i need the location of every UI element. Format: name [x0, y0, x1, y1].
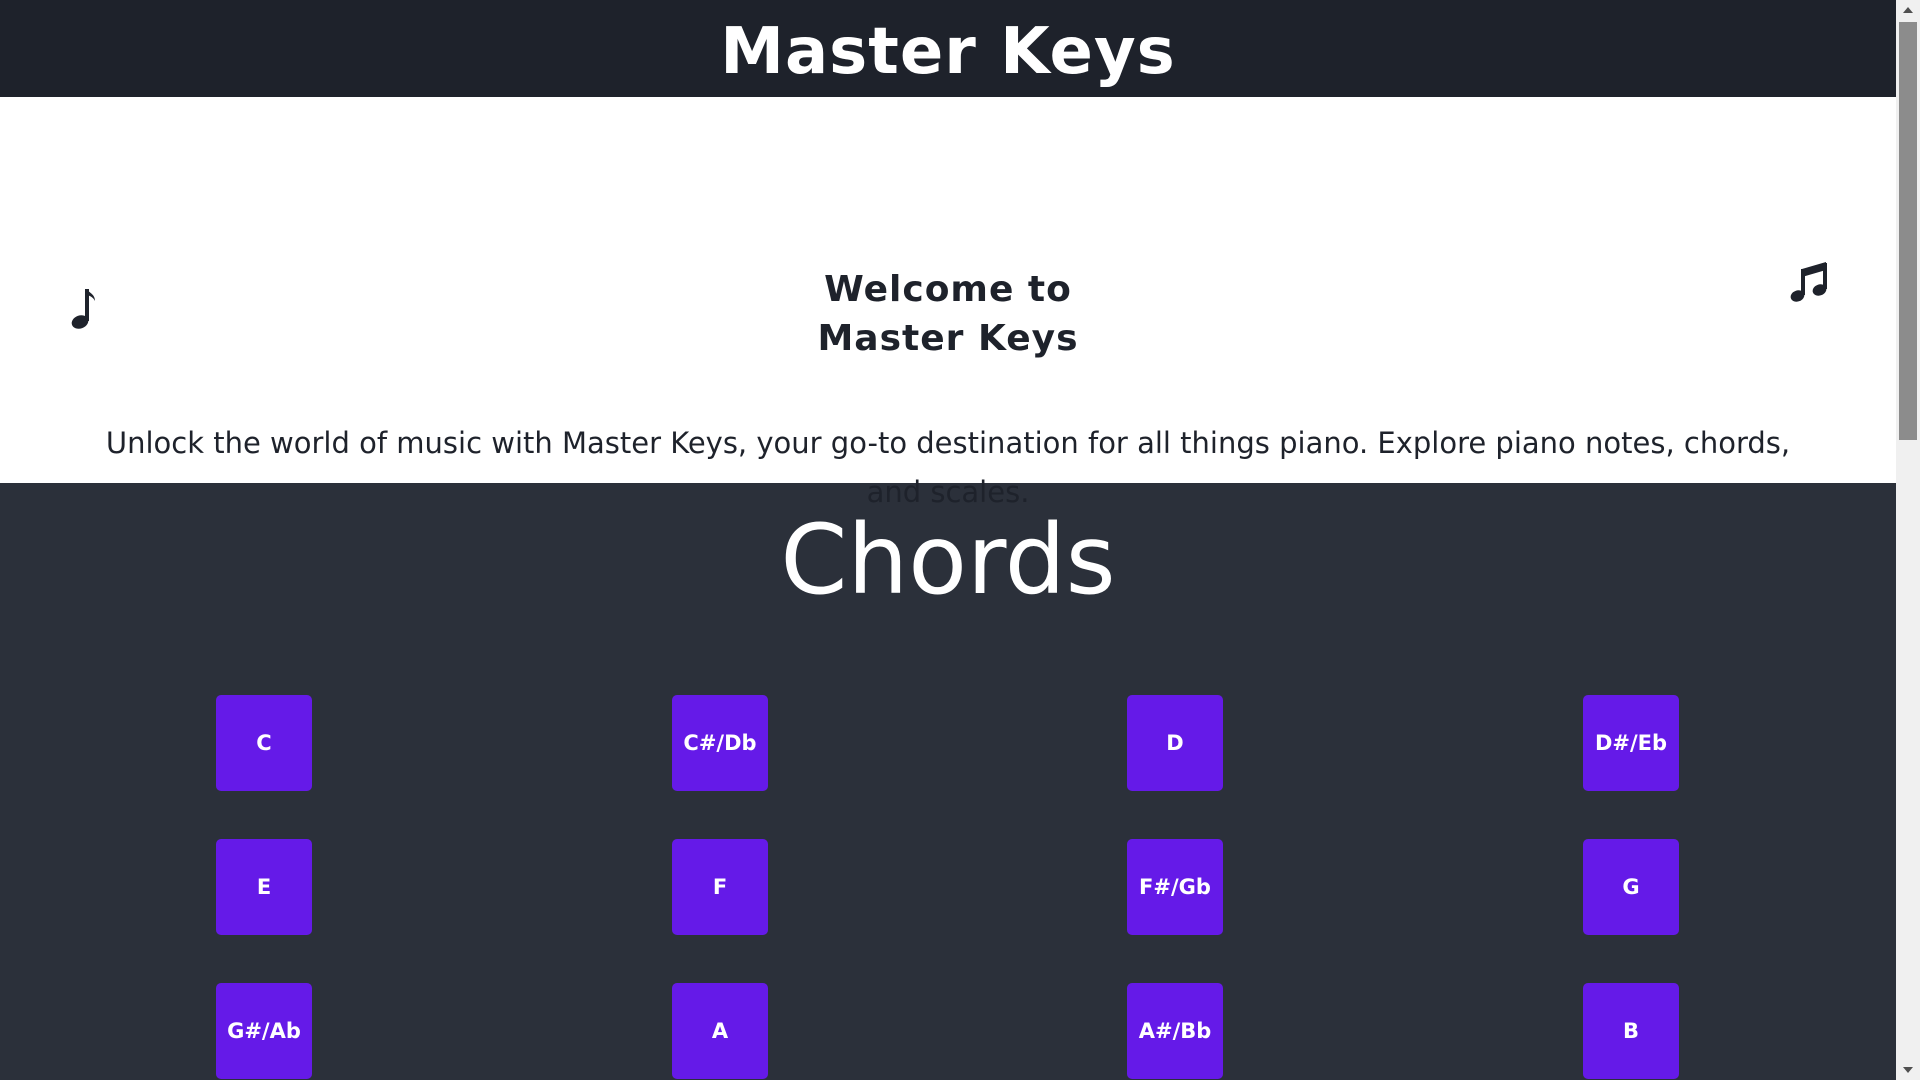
chord-button[interactable]: A	[672, 983, 768, 1079]
chord-button[interactable]: D	[1127, 695, 1223, 791]
scroll-up-arrow-icon[interactable]	[1896, 0, 1920, 20]
vertical-scrollbar[interactable]	[1896, 0, 1920, 1080]
scrollbar-thumb[interactable]	[1899, 22, 1917, 440]
chord-button[interactable]: C#/Db	[672, 695, 768, 791]
welcome-line-1: Welcome to	[824, 269, 1072, 310]
welcome-heading: Welcome to Master Keys	[0, 265, 1896, 363]
chord-button[interactable]: F	[672, 839, 768, 935]
chords-heading: Chords	[780, 504, 1116, 616]
site-title: Master Keys	[720, 15, 1176, 89]
chord-button[interactable]: C	[216, 695, 312, 791]
welcome-line-2: Master Keys	[817, 318, 1079, 359]
chord-button[interactable]: D#/Eb	[1583, 695, 1679, 791]
chord-button[interactable]: A#/Bb	[1127, 983, 1223, 1079]
scroll-down-arrow-icon[interactable]	[1896, 1060, 1920, 1080]
chord-button[interactable]: B	[1583, 983, 1679, 1079]
chord-button[interactable]: G	[1583, 839, 1679, 935]
chord-button[interactable]: E	[216, 839, 312, 935]
site-header: Master Keys	[0, 0, 1896, 97]
page: Master Keys Welcome to Master Keys Unloc…	[0, 0, 1920, 1080]
chord-button[interactable]: F#/Gb	[1127, 839, 1223, 935]
chord-button[interactable]: G#/Ab	[216, 983, 312, 1079]
hero-section: Welcome to Master Keys Unlock the world …	[0, 97, 1896, 509]
